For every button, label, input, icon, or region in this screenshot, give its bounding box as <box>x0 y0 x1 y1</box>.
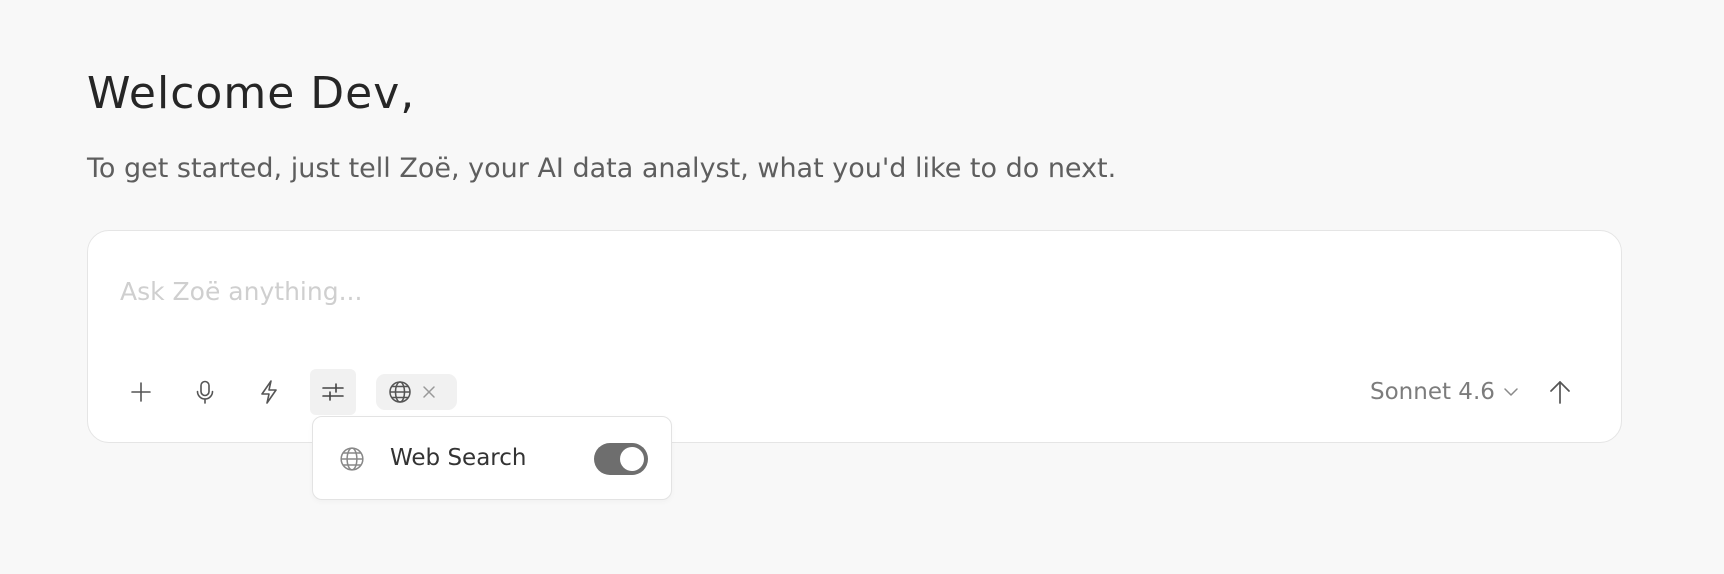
globe-icon <box>340 447 364 471</box>
globe-icon <box>389 381 411 403</box>
web-search-toggle[interactable] <box>594 443 648 475</box>
model-label: Sonnet 4.6 <box>1370 379 1495 405</box>
lightning-icon <box>261 380 277 404</box>
sliders-icon <box>322 383 344 401</box>
send-button[interactable] <box>1536 368 1584 416</box>
model-selector[interactable]: Sonnet 4.6 <box>1370 372 1521 412</box>
welcome-heading: Welcome Dev, <box>87 68 416 119</box>
web-search-label: Web Search <box>390 445 527 471</box>
chevron-down-icon <box>1504 388 1518 396</box>
microphone-icon <box>196 380 214 404</box>
tools-popover: Web Search <box>312 416 672 500</box>
prompt-input[interactable] <box>120 271 1520 311</box>
toggle-knob <box>620 447 644 471</box>
web-search-chip[interactable] <box>376 374 457 410</box>
app-page: Welcome Dev, To get started, just tell Z… <box>0 0 1724 574</box>
quick-actions-button[interactable] <box>246 369 292 415</box>
add-button[interactable] <box>118 369 164 415</box>
plus-icon <box>131 382 151 402</box>
voice-input-button[interactable] <box>182 369 228 415</box>
arrow-up-icon <box>1550 381 1570 404</box>
close-icon[interactable] <box>422 385 436 399</box>
tools-settings-button[interactable] <box>310 369 356 415</box>
welcome-subtitle: To get started, just tell Zoë, your AI d… <box>87 153 1117 184</box>
chat-composer: Sonnet 4.6 <box>87 230 1622 443</box>
